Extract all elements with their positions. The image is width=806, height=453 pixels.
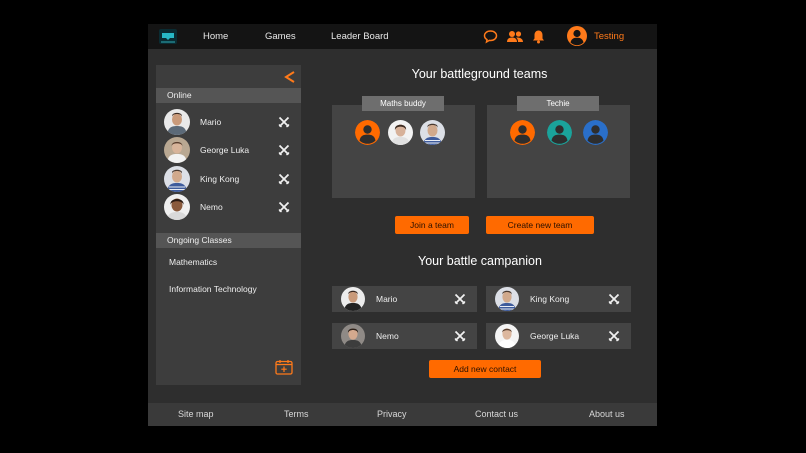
group-icon[interactable] [506, 29, 524, 44]
user-name[interactable]: Testing [594, 24, 624, 49]
battle-swords-icon[interactable] [608, 293, 620, 305]
footer-link-site-map[interactable]: Site map [178, 403, 214, 426]
companion-name: Nemo [376, 331, 399, 341]
avatar [341, 287, 365, 311]
avatar [164, 137, 190, 163]
member-placeholder-avatar [355, 120, 380, 145]
online-friend-item[interactable]: King Kong [164, 166, 292, 192]
add-calendar-icon[interactable] [275, 359, 293, 375]
companions-title: Your battle campanion [418, 254, 542, 268]
online-section-header: Online [156, 88, 301, 103]
friend-name: King Kong [200, 174, 240, 184]
member-placeholder-avatar [583, 120, 608, 145]
battle-swords-icon[interactable] [278, 144, 290, 156]
member-placeholder-avatar [547, 120, 572, 145]
companion-item[interactable]: Mario [332, 286, 477, 312]
create-team-button[interactable]: Create new team [486, 216, 594, 234]
footer: Site map Terms Privacy Contact us About … [148, 403, 657, 426]
nav-leader-board[interactable]: Leader Board [331, 24, 389, 49]
top-navigation-bar: Home Games Leader Board Testing [148, 24, 657, 49]
friend-name: George Luka [200, 145, 250, 155]
class-item-information-technology[interactable]: Information Technology [169, 284, 257, 294]
companion-item[interactable]: George Luka [486, 323, 631, 349]
add-contact-button[interactable]: Add new contact [429, 360, 541, 378]
avatar [495, 287, 519, 311]
footer-link-privacy[interactable]: Privacy [377, 403, 407, 426]
friend-name: Mario [200, 117, 222, 127]
member-avatar [420, 120, 445, 145]
avatar [495, 324, 519, 348]
team-name: Techie [517, 96, 599, 111]
nav-games[interactable]: Games [265, 24, 296, 49]
companion-item[interactable]: King Kong [486, 286, 631, 312]
battle-swords-icon[interactable] [608, 330, 620, 342]
team-card-maths-buddy[interactable]: Maths buddy [332, 96, 475, 198]
companion-name: King Kong [530, 294, 570, 304]
friend-name: Nemo [200, 202, 223, 212]
member-avatar [388, 120, 413, 145]
avatar [341, 324, 365, 348]
companion-name: George Luka [530, 331, 580, 341]
battle-swords-icon[interactable] [278, 201, 290, 213]
online-friend-item[interactable]: George Luka [164, 137, 292, 163]
battle-swords-icon[interactable] [278, 116, 290, 128]
user-avatar-icon[interactable] [567, 26, 587, 46]
logo-icon[interactable] [158, 27, 178, 46]
member-placeholder-avatar [510, 120, 535, 145]
avatar [164, 194, 190, 220]
join-team-button[interactable]: Join a team [395, 216, 469, 234]
avatar [164, 166, 190, 192]
bell-icon[interactable] [531, 29, 546, 44]
footer-link-terms[interactable]: Terms [284, 403, 309, 426]
battle-swords-icon[interactable] [454, 330, 466, 342]
chat-icon[interactable] [483, 29, 498, 44]
nav-home[interactable]: Home [203, 24, 228, 49]
footer-link-about[interactable]: About us [589, 403, 625, 426]
online-friend-item[interactable]: Nemo [164, 194, 292, 220]
classes-section-header: Ongoing Classes [156, 233, 301, 248]
online-friend-item[interactable]: Mario [164, 109, 292, 135]
app-window: Home Games Leader Board Testing Online M… [148, 24, 657, 426]
companion-item[interactable]: Nemo [332, 323, 477, 349]
team-name: Maths buddy [362, 96, 444, 111]
battle-swords-icon[interactable] [278, 173, 290, 185]
footer-link-contact[interactable]: Contact us [475, 403, 518, 426]
sidebar: Online Mario George Luka King Kong Nemo … [156, 65, 301, 385]
avatar [164, 109, 190, 135]
battle-swords-icon[interactable] [454, 293, 466, 305]
teams-title: Your battleground teams [411, 67, 548, 81]
companion-name: Mario [376, 294, 398, 304]
team-card-techie[interactable]: Techie [487, 96, 630, 198]
